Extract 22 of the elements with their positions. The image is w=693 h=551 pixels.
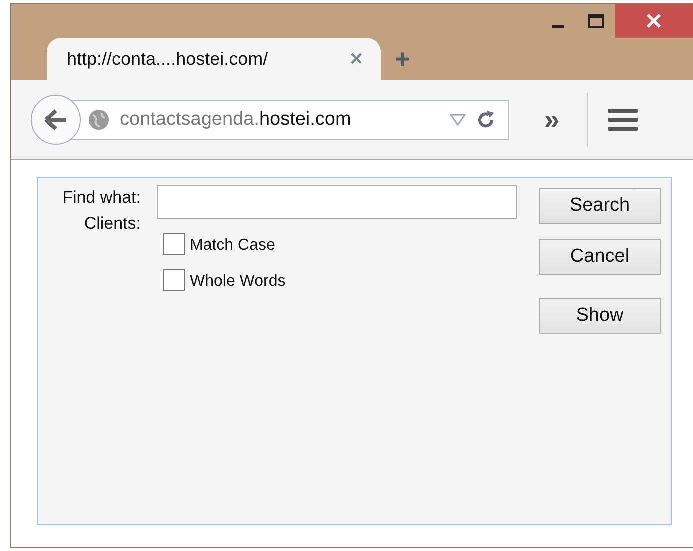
checkbox[interactable] — [163, 269, 185, 291]
reload-icon[interactable] — [476, 110, 496, 130]
maximize-icon — [588, 14, 604, 28]
checkbox[interactable] — [163, 233, 185, 255]
dialog-button[interactable]: Show — [539, 298, 661, 334]
minimize-icon — [552, 24, 564, 28]
checkbox-label: Match Case — [190, 237, 276, 255]
search-field[interactable] — [157, 185, 517, 219]
url-text: contactsagenda.hostei.com — [120, 108, 352, 130]
close-icon — [646, 13, 662, 29]
menu-icon[interactable] — [608, 108, 638, 132]
field-label: Clients: — [84, 213, 141, 235]
dialog-button[interactable]: Search — [539, 188, 661, 224]
back-button[interactable] — [31, 94, 81, 144]
close-button[interactable] — [615, 4, 693, 38]
browser-tab[interactable]: http://conta....hostei.com/ × — [47, 38, 381, 80]
globe-icon — [88, 108, 110, 130]
field-label: Find what: — [62, 187, 141, 209]
checkbox-label: Whole Words — [190, 273, 286, 291]
dialog-button[interactable]: Cancel — [539, 239, 661, 275]
overflow-button[interactable]: » — [537, 104, 567, 136]
back-arrow-icon — [44, 108, 68, 130]
